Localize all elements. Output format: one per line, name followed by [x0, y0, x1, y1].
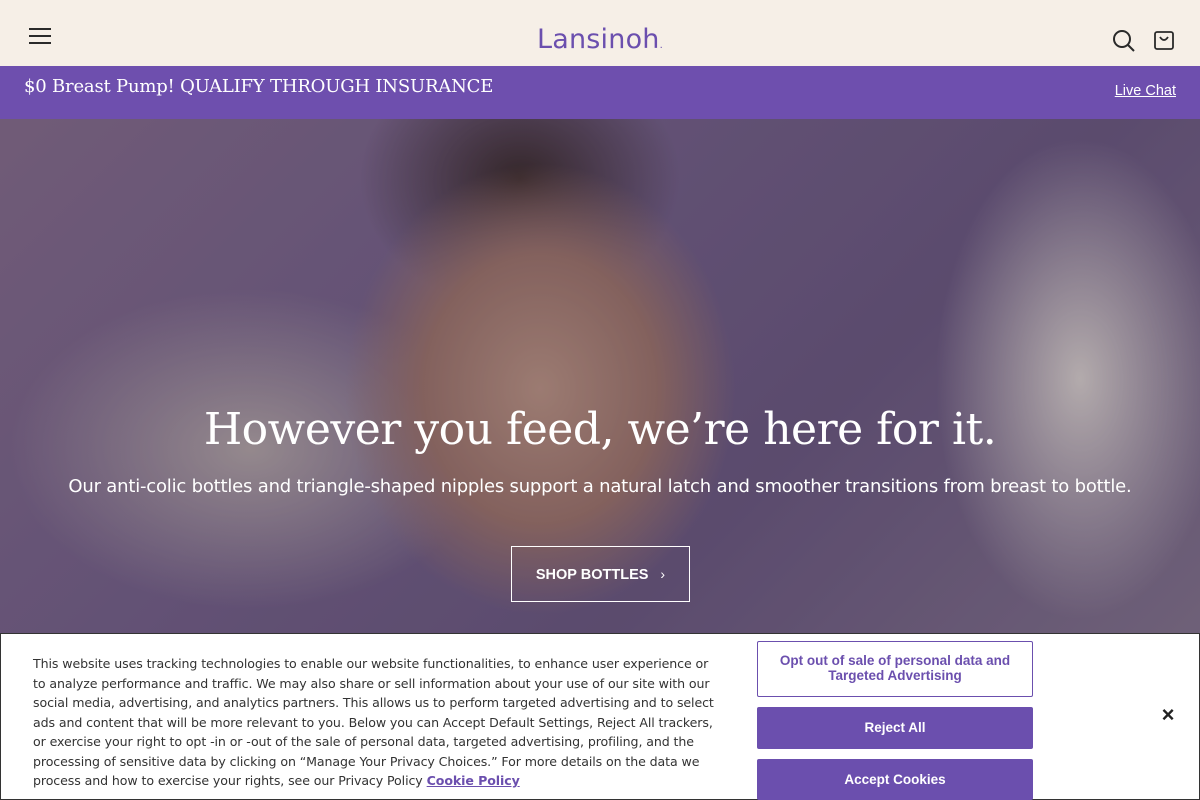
site-header: Lansinoh.	[0, 0, 1200, 66]
logo-text[interactable]: Lansinoh	[537, 24, 660, 55]
logo[interactable]: Lansinoh.	[0, 24, 1200, 55]
live-chat-link[interactable]: Live Chat	[1115, 83, 1176, 99]
reject-all-button[interactable]: Reject All	[757, 707, 1033, 749]
cookie-policy-link[interactable]: Cookie Policy	[427, 773, 520, 788]
close-icon[interactable]: ×	[1157, 704, 1179, 726]
cookie-text: This website uses tracking technologies …	[33, 654, 723, 791]
shop-bottles-label: SHOP BOTTLES	[535, 567, 649, 583]
opt-out-button[interactable]: Opt out of sale of personal data and Tar…	[757, 641, 1033, 697]
shopping-bag-icon[interactable]	[1151, 28, 1177, 54]
hero-banner: However you feed, we’re here for it. Our…	[0, 119, 1200, 634]
hero-title: However you feed, we’re here for it.	[203, 404, 997, 455]
cookie-consent-banner: This website uses tracking technologies …	[0, 633, 1200, 800]
shop-bottles-button[interactable]: SHOP BOTTLES ›	[511, 546, 690, 602]
logo-mark: .	[659, 40, 663, 51]
chevron-right-icon: ›	[660, 566, 666, 582]
search-icon[interactable]	[1111, 28, 1137, 54]
accept-cookies-button[interactable]: Accept Cookies	[757, 759, 1033, 800]
hero-subtitle: Our anti-colic bottles and triangle-shap…	[68, 476, 1132, 497]
promo-text[interactable]: $0 Breast Pump! QUALIFY THROUGH INSURANC…	[24, 76, 493, 97]
promo-bar: $0 Breast Pump! QUALIFY THROUGH INSURANC…	[0, 66, 1200, 119]
cookie-description: This website uses tracking technologies …	[33, 656, 714, 788]
